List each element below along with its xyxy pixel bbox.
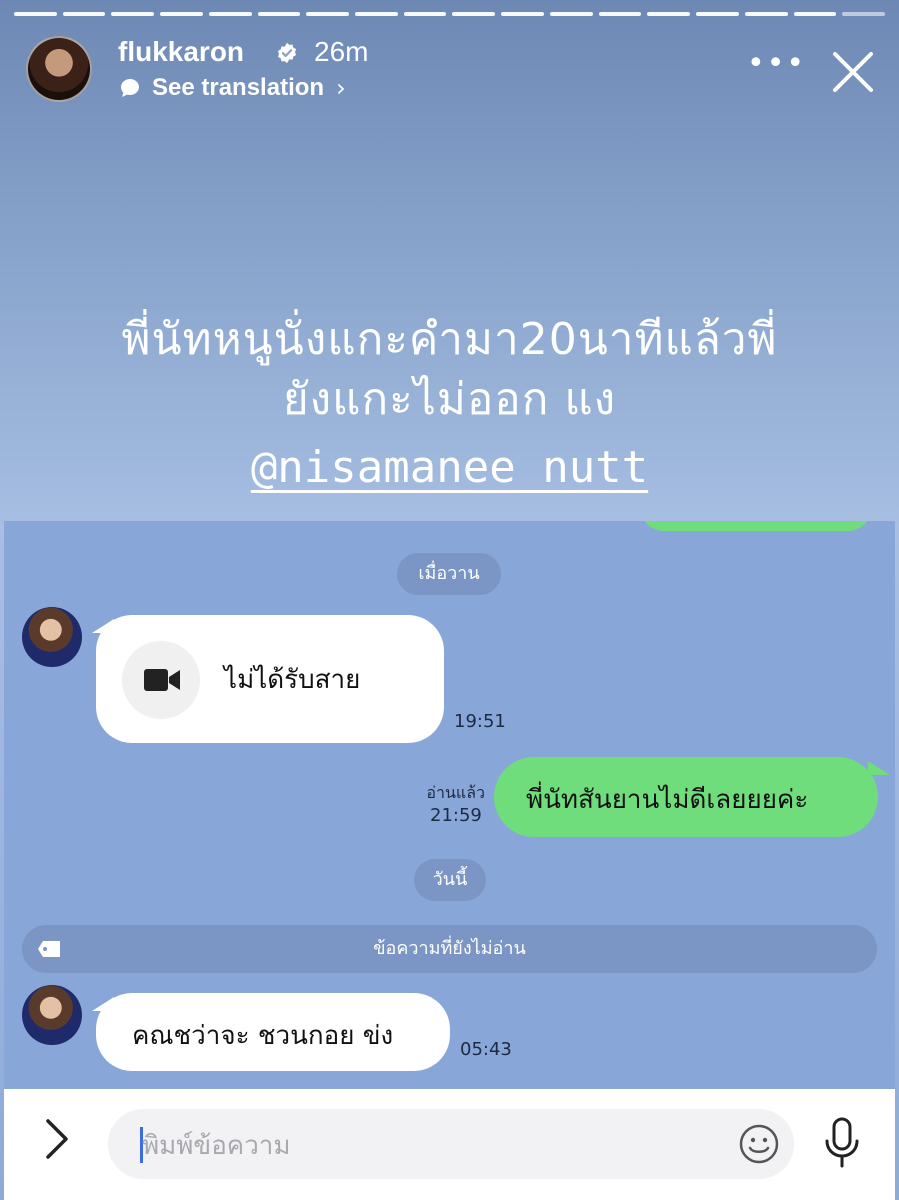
unread-messages-divider: ข้อความที่ยังไม่อ่าน	[22, 925, 877, 973]
progress-segment	[355, 12, 398, 16]
message-placeholder: พิมพ์ข้อความ	[142, 1131, 291, 1161]
progress-segment	[257, 12, 301, 16]
bubble-tail	[868, 761, 890, 775]
emoji-icon[interactable]	[738, 1123, 780, 1165]
incoming-message-text: คณชว่าจะ ชวนกอย ข่ง	[132, 1021, 394, 1051]
close-icon[interactable]	[827, 46, 879, 98]
caption-line-1: พี่นัทหนูนั่งแกะคำมา20นาทีแล้วพี่	[121, 314, 778, 365]
progress-segment	[696, 12, 739, 16]
missed-call-bubble[interactable]: ไม่ได้รับสาย	[96, 615, 444, 743]
more-options-button[interactable]: •••	[747, 49, 804, 94]
microphone-icon[interactable]	[822, 1117, 862, 1169]
post-time: 26m	[314, 36, 369, 67]
story-header: flukkaron 26m See translation › •••	[26, 36, 879, 108]
progress-segment	[111, 12, 155, 16]
outgoing-message-text: พี่นัทสันยานไม่ดีเลยยยค่ะ	[526, 785, 809, 815]
previous-green-bubble	[640, 521, 872, 531]
message-time: 21:59	[430, 805, 482, 826]
incoming-message-bubble[interactable]: คณชว่าจะ ชวนกอย ข่ง	[96, 993, 450, 1071]
progress-segment	[14, 12, 57, 16]
story-progress-bar	[14, 12, 885, 17]
message-input-bar: พิมพ์ข้อความ	[4, 1089, 895, 1200]
progress-segment	[306, 12, 350, 16]
outgoing-message-bubble[interactable]: พี่นัทสันยานไม่ดีเลยยยค่ะ	[494, 757, 878, 837]
username[interactable]: flukkaron	[118, 36, 244, 68]
contact-avatar	[22, 985, 82, 1045]
verified-badge-icon	[277, 42, 297, 64]
profile-avatar[interactable]	[26, 36, 92, 102]
date-separator-today: วันนี้	[414, 859, 486, 901]
progress-segment	[793, 12, 837, 16]
contact-avatar	[22, 607, 82, 667]
message-time: 05:43	[460, 1039, 512, 1060]
progress-segment	[208, 12, 252, 16]
video-call-circle	[122, 641, 200, 719]
progress-segment	[62, 12, 106, 16]
video-camera-icon	[144, 669, 180, 691]
caption-line-2: ยังแกะไม่ออก แง	[282, 374, 617, 425]
progress-segment	[403, 12, 447, 16]
unread-label: ข้อความที่ยังไม่อ่าน	[373, 938, 526, 959]
read-receipt: อ่านแล้ว	[426, 783, 485, 802]
mention-link[interactable]: @nisamanee_nutt	[0, 438, 899, 498]
message-time: 19:51	[454, 711, 506, 732]
message-input[interactable]: พิมพ์ข้อความ	[108, 1109, 794, 1179]
progress-segment	[501, 12, 544, 16]
progress-segment	[647, 12, 691, 16]
progress-segment	[549, 12, 593, 16]
date-separator-yesterday: เมื่อวาน	[397, 553, 501, 595]
progress-segment	[452, 12, 496, 16]
chevron-right-icon[interactable]	[40, 1117, 74, 1161]
progress-segment	[842, 12, 885, 16]
progress-segment	[598, 12, 642, 16]
see-translation-link[interactable]: See translation ›	[118, 74, 346, 102]
speech-bubble-icon	[121, 79, 139, 97]
progress-segment	[744, 12, 788, 16]
chevron-right-icon: ›	[336, 74, 346, 102]
chat-screenshot: เมื่อวาน ไม่ได้รับสาย 19:51 อ่านแล้ว 21:…	[4, 521, 895, 1089]
progress-segment	[160, 12, 203, 16]
tag-icon	[38, 941, 60, 957]
missed-call-label: ไม่ได้รับสาย	[224, 665, 361, 695]
see-translation-label: See translation	[152, 74, 325, 101]
story-caption: พี่นัทหนูนั่งแกะคำมา20นาทีแล้วพี่ ยังแกะ…	[0, 310, 899, 430]
